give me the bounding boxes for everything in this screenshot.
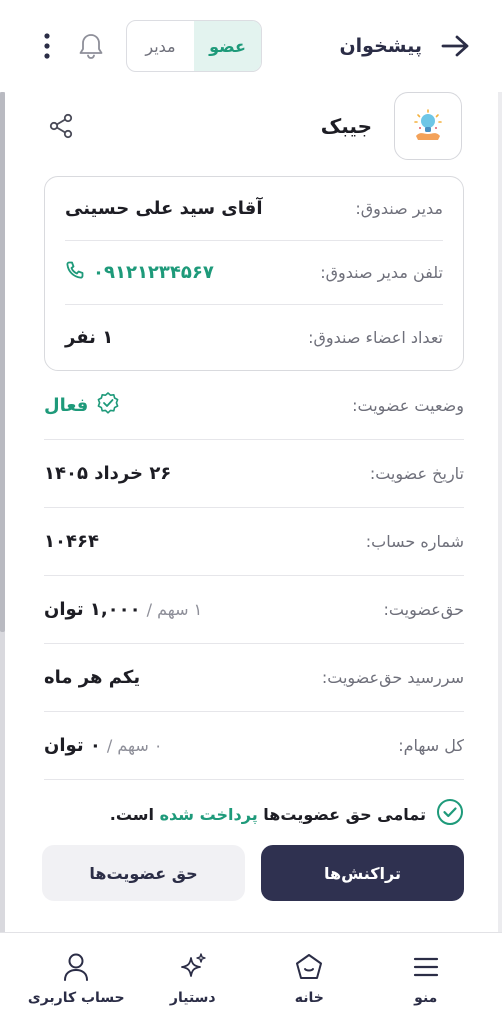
manager-row: مدیر صندوق: آقای سید علی حسینی: [65, 177, 443, 241]
fee-shares: ۱ سهم /: [146, 600, 203, 619]
top-header: پیشخوان عضو مدیر: [0, 0, 502, 92]
share-icon[interactable]: [44, 109, 78, 143]
app-screen: پیشخوان عضو مدیر جیبک مدیر صندوق: آقای س…: [0, 0, 502, 1024]
join-date-label: تاریخ عضویت:: [369, 464, 464, 483]
nav-label-account: حساب کاربری: [27, 989, 125, 1006]
nav-item-menu[interactable]: منو: [371, 952, 481, 1006]
membership-details: وضعیت عضویت: فعال تاریخ عضویت: ۲۶ خرداد …: [44, 372, 464, 780]
fund-header: جیبک: [44, 92, 462, 160]
payment-status-note: تمامی حق عضویت‌ها پرداخت شده است.: [44, 796, 464, 832]
role-toggle[interactable]: عضو مدیر: [126, 20, 262, 72]
back-arrow-icon[interactable]: [438, 29, 472, 63]
phone-row: تلفن مدیر صندوق: ۰۹۱۲۱۲۳۴۵۶۷: [65, 241, 443, 305]
join-date-row: تاریخ عضویت: ۲۶ خرداد ۱۴۰۵: [44, 440, 464, 508]
bottom-navigation: منو خانه دستیار حساب کاربری: [0, 932, 502, 1024]
fund-logo: [394, 92, 462, 160]
scrollbar-thumb[interactable]: [0, 92, 5, 632]
shares-label: کل سهام:: [398, 736, 464, 755]
phone-label: تلفن مدیر صندوق:: [320, 263, 443, 282]
due-label: سررسید حق‌عضویت:: [321, 668, 464, 687]
account-row: شماره حساب: ۱۰۴۶۴: [44, 508, 464, 576]
nav-item-home[interactable]: خانه: [254, 952, 364, 1006]
fee-value: ۱ سهم / ۱,۰۰۰ توان: [44, 599, 202, 620]
shares-value: ۰ سهم / ۰ توان: [44, 735, 162, 756]
fund-name: جیبک: [320, 114, 372, 138]
account-label: شماره حساب:: [365, 532, 464, 551]
status-label: وضعیت عضویت:: [352, 396, 464, 415]
nav-item-account[interactable]: حساب کاربری: [21, 952, 131, 1006]
notification-bell-icon[interactable]: [76, 29, 106, 63]
fee-label: حق‌عضویت:: [383, 600, 464, 619]
role-manager-tab[interactable]: مدیر: [127, 21, 194, 71]
shares-count: ۰ سهم /: [106, 736, 163, 755]
members-value: ۱ نفر: [65, 326, 114, 348]
right-edge: [498, 92, 502, 932]
account-value: ۱۰۴۶۴: [44, 531, 99, 552]
check-circle-icon: [436, 798, 464, 830]
action-buttons: تراکنش‌ها حق عضویت‌ها: [42, 845, 464, 901]
header-title-group: پیشخوان: [339, 29, 472, 63]
status-badge: فعال: [44, 391, 120, 420]
fee-amount: ۱,۰۰۰ توان: [44, 599, 141, 620]
role-member-tab[interactable]: عضو: [194, 21, 261, 71]
phone-icon: [65, 260, 85, 285]
fund-identity: جیبک: [321, 92, 462, 160]
due-row: سررسید حق‌عضویت: یکم هر ماه: [44, 644, 464, 712]
menu-icon: [411, 952, 441, 982]
members-row: تعداد اعضاء صندوق: ۱ نفر: [65, 305, 443, 369]
phone-value: ۰۹۱۲۱۲۳۴۵۶۷: [93, 262, 214, 283]
fee-row: حق‌عضویت: ۱ سهم / ۱,۰۰۰ توان: [44, 576, 464, 644]
nav-item-assistant[interactable]: دستیار: [138, 952, 248, 1006]
paid-note-prefix: تمامی حق عضویت‌ها: [263, 804, 426, 824]
manager-value: آقای سید علی حسینی: [65, 198, 263, 219]
header-actions: عضو مدیر: [38, 20, 262, 72]
nav-label-menu: منو: [414, 989, 438, 1006]
shares-amount: ۰ توان: [44, 735, 101, 756]
verified-badge-icon: [96, 391, 120, 420]
membership-fees-button[interactable]: حق عضویت‌ها: [42, 845, 245, 901]
more-options-icon[interactable]: [38, 29, 56, 63]
phone-link[interactable]: ۰۹۱۲۱۲۳۴۵۶۷: [65, 260, 214, 285]
user-icon: [61, 952, 91, 982]
status-value: فعال: [44, 395, 89, 416]
members-label: تعداد اعضاء صندوق:: [308, 327, 443, 347]
status-row: وضعیت عضویت: فعال: [44, 372, 464, 440]
fund-info-card: مدیر صندوق: آقای سید علی حسینی تلفن مدیر…: [44, 176, 464, 371]
paid-note-text: تمامی حق عضویت‌ها پرداخت شده است.: [110, 805, 426, 824]
paid-note-highlight: پرداخت شده: [159, 804, 258, 824]
manager-label: مدیر صندوق:: [355, 199, 443, 218]
page-title: پیشخوان: [339, 35, 422, 57]
transactions-button[interactable]: تراکنش‌ها: [261, 845, 464, 901]
sparkle-icon: [178, 952, 208, 982]
home-icon: [294, 952, 324, 982]
due-value: یکم هر ماه: [44, 667, 141, 688]
nav-label-assistant: دستیار: [169, 989, 216, 1006]
shares-row: کل سهام: ۰ سهم / ۰ توان: [44, 712, 464, 780]
paid-note-suffix: است.: [109, 804, 155, 824]
nav-label-home: خانه: [294, 989, 324, 1006]
join-date-value: ۲۶ خرداد ۱۴۰۵: [44, 463, 172, 484]
